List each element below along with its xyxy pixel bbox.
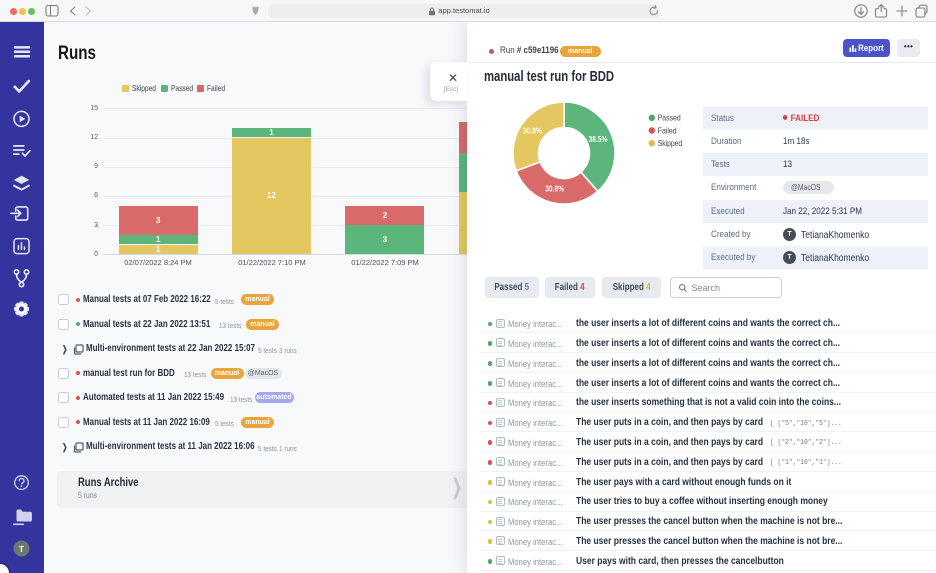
svg-text:T: T xyxy=(19,544,25,554)
svg-text:Failed: Failed xyxy=(658,125,677,135)
svg-text:30.8%: 30.8% xyxy=(523,126,542,136)
svg-text:38.5%: 38.5% xyxy=(589,134,608,144)
svg-text:30.8%: 30.8% xyxy=(545,183,564,193)
svg-text:Skipped: Skipped xyxy=(658,138,683,148)
svg-text:Passed: Passed xyxy=(658,113,681,123)
